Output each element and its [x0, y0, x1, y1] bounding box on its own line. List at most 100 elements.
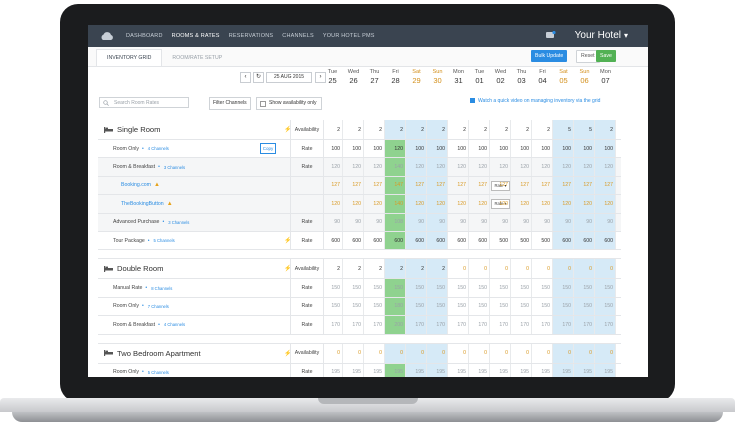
availability-cell[interactable]: 2 — [322, 120, 343, 139]
rate-cell[interactable]: 150 — [469, 279, 490, 297]
show-availability-toggle[interactable]: Show availability only — [256, 97, 322, 110]
nav-link-channels[interactable]: CHANNELS — [282, 33, 314, 39]
availability-cell[interactable]: 5 — [553, 120, 574, 139]
rate-cell[interactable]: 100 — [595, 140, 616, 158]
rate-cell[interactable]: 600 — [322, 231, 343, 250]
rate-cell[interactable]: 150 — [490, 297, 511, 316]
rate-cell[interactable]: 170 — [427, 316, 448, 334]
rate-cell[interactable]: 150 — [469, 297, 490, 316]
rate-cell[interactable]: 195 — [343, 363, 364, 377]
rate-cell[interactable]: 140 — [385, 195, 406, 213]
rate-cell[interactable]: 100 — [532, 140, 553, 158]
channels-link[interactable]: 7 Channels — [148, 304, 169, 309]
availability-cell[interactable]: 2 — [427, 259, 448, 279]
channels-link[interactable]: 5 Channels — [154, 238, 175, 243]
availability-cell[interactable]: 0 — [553, 343, 574, 363]
availability-cell[interactable]: 0 — [448, 259, 469, 279]
rate-cell[interactable]: 150 — [322, 297, 343, 316]
rate-cell[interactable]: 140 — [385, 158, 406, 176]
availability-cell[interactable]: 0 — [469, 343, 490, 363]
nav-link-dashboard[interactable]: DASHBOARD — [126, 33, 163, 39]
rate-cell[interactable]: 100 — [553, 140, 574, 158]
rate-cell[interactable]: 150 — [364, 279, 385, 297]
availability-cell[interactable]: 2 — [511, 120, 532, 139]
rate-cell[interactable]: 120 — [595, 195, 616, 213]
rate-cell[interactable]: 600 — [406, 231, 427, 250]
rate-cell[interactable]: 180 — [385, 297, 406, 316]
availability-cell[interactable]: 0 — [406, 343, 427, 363]
rate-cell[interactable]: 120 — [364, 158, 385, 176]
rate-cell[interactable]: 150 — [511, 297, 532, 316]
rate-cell[interactable]: 170 — [343, 316, 364, 334]
rate-cell[interactable]: 195 — [511, 363, 532, 377]
rate-cell[interactable]: 120 — [511, 158, 532, 176]
rate-cell[interactable]: 127 — [490, 176, 511, 195]
rate-cell[interactable]: 600 — [574, 231, 595, 250]
message-icon[interactable] — [546, 31, 556, 39]
rate-cell[interactable]: 120 — [322, 195, 343, 213]
rate-cell[interactable]: 150 — [511, 279, 532, 297]
rate-cell[interactable]: 195 — [469, 363, 490, 377]
rate-cell[interactable]: 600 — [448, 231, 469, 250]
rate-cell[interactable]: 90 — [574, 213, 595, 231]
rate-cell[interactable]: 90 — [427, 213, 448, 231]
filter-channels-button[interactable]: Filter Channels — [209, 97, 251, 110]
rate-cell[interactable]: 170 — [553, 316, 574, 334]
rate-cell[interactable]: 600 — [385, 231, 406, 250]
rate-cell[interactable]: 90 — [322, 213, 343, 231]
availability-cell[interactable]: 2 — [364, 259, 385, 279]
rate-cell[interactable]: 150 — [448, 279, 469, 297]
availability-cell[interactable]: 2 — [385, 120, 406, 139]
rate-cell[interactable]: 170 — [322, 316, 343, 334]
nav-link-rooms-rates[interactable]: ROOMS & RATES — [172, 33, 220, 39]
availability-cell[interactable]: 2 — [322, 259, 343, 279]
rate-cell[interactable]: 150 — [406, 279, 427, 297]
availability-cell[interactable]: 2 — [532, 120, 553, 139]
rate-cell[interactable]: 127 — [406, 176, 427, 195]
rate-cell[interactable]: 120 — [532, 195, 553, 213]
rate-cell[interactable]: 170 — [469, 316, 490, 334]
availability-cell[interactable]: 2 — [448, 120, 469, 139]
date-picker[interactable]: 25 AUG 2015 — [266, 72, 312, 83]
rate-cell[interactable]: 120 — [595, 158, 616, 176]
channels-link[interactable]: 8 Channels — [151, 286, 172, 291]
rate-cell[interactable]: 90 — [532, 213, 553, 231]
rate-cell[interactable]: 100 — [574, 140, 595, 158]
channels-link[interactable]: 3 Channels — [168, 220, 189, 225]
hotel-selector[interactable]: Your Hotel ▾ — [575, 30, 628, 41]
availability-cell[interactable]: 0 — [490, 343, 511, 363]
availability-cell[interactable]: 0 — [511, 343, 532, 363]
channels-link[interactable]: 3 Channels — [164, 165, 185, 170]
rate-cell[interactable]: 120 — [553, 158, 574, 176]
availability-cell[interactable]: 0 — [385, 343, 406, 363]
rate-cell[interactable]: 150 — [385, 279, 406, 297]
tab-inventory-grid[interactable]: INVENTORY GRID — [96, 49, 163, 66]
video-link[interactable]: Watch a quick video on managing inventor… — [470, 98, 600, 104]
rate-cell[interactable]: 600 — [595, 231, 616, 250]
rate-cell[interactable]: 170 — [364, 316, 385, 334]
rate-cell[interactable]: 120 — [364, 195, 385, 213]
rate-cell[interactable]: 120 — [490, 195, 511, 213]
rate-cell[interactable]: 100 — [406, 140, 427, 158]
rate-cell[interactable]: 195 — [553, 363, 574, 377]
rate-cell[interactable]: 120 — [406, 158, 427, 176]
rate-cell[interactable]: 127 — [532, 176, 553, 195]
rate-cell[interactable]: 120 — [574, 195, 595, 213]
rate-cell[interactable]: 120 — [385, 140, 406, 158]
rate-cell[interactable]: 150 — [574, 279, 595, 297]
rate-cell[interactable]: 120 — [469, 158, 490, 176]
availability-cell[interactable]: 2 — [406, 259, 427, 279]
rate-cell[interactable]: 127 — [469, 176, 490, 195]
rate-cell[interactable]: 150 — [343, 297, 364, 316]
rate-cell[interactable]: 500 — [532, 231, 553, 250]
rate-plan-label[interactable]: Booking.com ▲ — [121, 177, 160, 194]
availability-cell[interactable]: 0 — [532, 343, 553, 363]
rate-cell[interactable]: 127 — [553, 176, 574, 195]
rate-cell[interactable]: 90 — [511, 213, 532, 231]
rate-cell[interactable]: 127 — [448, 176, 469, 195]
availability-cell[interactable]: 0 — [595, 343, 616, 363]
search-input[interactable]: Search Room Rates — [99, 97, 189, 108]
rate-cell[interactable]: 120 — [427, 195, 448, 213]
availability-cell[interactable]: 0 — [574, 343, 595, 363]
rate-cell[interactable]: 127 — [595, 176, 616, 195]
